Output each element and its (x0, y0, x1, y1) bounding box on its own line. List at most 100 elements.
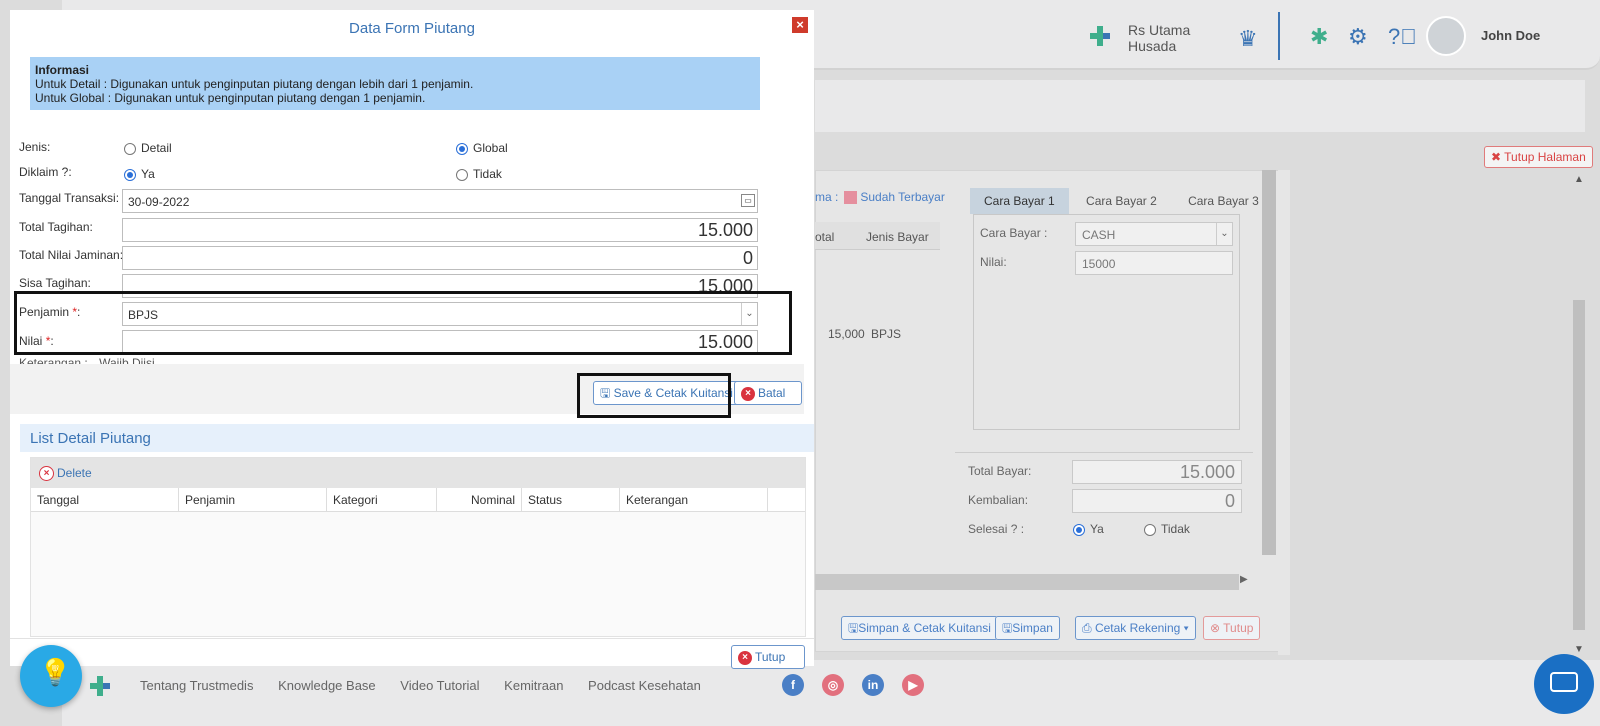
footer-link[interactable]: Podcast Kesehatan (588, 678, 701, 693)
divider (1278, 12, 1280, 60)
kembalian-input[interactable]: 0 (1072, 489, 1242, 513)
jenis-global-radio[interactable]: Global (456, 141, 508, 155)
close-circle-icon: ⊗ (1210, 621, 1224, 635)
cara-bayar-select[interactable]: CASH ⌄ (1075, 222, 1233, 246)
close-circle-icon: × (741, 386, 755, 401)
total-tagihan-input[interactable]: 15.000 (122, 218, 758, 242)
total-bayar-label: Total Bayar: (968, 464, 1032, 478)
tab-cara-bayar-2[interactable]: Cara Bayar 2 (1072, 188, 1171, 214)
selesai-ya-radio[interactable]: Ya (1073, 522, 1104, 536)
close-icon[interactable]: × (792, 17, 808, 33)
legend: ma : Sudah Terbayar (815, 190, 945, 205)
jenis-detail-radio[interactable]: Detail (124, 141, 172, 155)
info-title: Informasi (35, 63, 90, 77)
sisa-tagihan-label: Sisa Tagihan: (19, 276, 91, 290)
payment-tabs: Cara Bayar 1 Cara Bayar 2 Cara Bayar 3 (970, 188, 1273, 214)
tutup-button-bg[interactable]: ⊗ Tutup (1203, 616, 1261, 640)
puzzle-icon[interactable]: ✱ (1310, 24, 1328, 50)
lightbulb-icon: 💡 (39, 657, 72, 687)
delete-button[interactable]: × Delete (39, 466, 92, 482)
column-header[interactable]: Nominal (437, 488, 522, 511)
diklaim-label: Diklaim ?: (19, 165, 72, 179)
divider (955, 452, 1253, 453)
radio-checked-icon (456, 142, 468, 155)
save-icon: 🖫 (848, 621, 859, 635)
radio-unchecked-icon (1144, 523, 1156, 536)
detail-grid: × Delete Tanggal Penjamin Kategori Nomina… (30, 457, 806, 637)
radio-unchecked-icon (456, 168, 468, 181)
tutup-button[interactable]: × Tutup (731, 645, 805, 669)
tab-cara-bayar-1[interactable]: Cara Bayar 1 (970, 188, 1069, 214)
footer-link[interactable]: Video Tutorial (400, 678, 479, 693)
column-header[interactable]: Kategori (327, 488, 437, 511)
tanggal-label: Tanggal Transaksi: (19, 191, 120, 205)
close-page-button[interactable]: ✖ Tutup Halaman (1484, 146, 1593, 168)
close-circle-icon: × (738, 650, 752, 665)
close-circle-icon: × (39, 466, 54, 482)
cara-bayar-label: Cara Bayar : (980, 226, 1048, 240)
selesai-tidak-radio[interactable]: Tidak (1144, 522, 1190, 536)
simpan-button[interactable]: 🖫Simpan (995, 616, 1060, 640)
tips-button[interactable]: 💡 (20, 645, 82, 707)
chat-button[interactable] (1534, 654, 1594, 714)
save-icon: 🖫 (1002, 621, 1013, 635)
keterangan-note: Keterangan : Wajib Diisi (19, 356, 155, 364)
trustmedis-logo-icon (90, 676, 110, 696)
scroll-track (1278, 170, 1290, 655)
total-jaminan-label: Total Nilai Jaminan: (19, 248, 124, 262)
arrow-right-icon[interactable]: ▶ (1240, 574, 1248, 585)
scroll-thumb[interactable] (1573, 300, 1585, 630)
payment-box (973, 214, 1240, 430)
instagram-icon[interactable]: ◎ (822, 674, 844, 696)
batal-button[interactable]: × Batal (734, 381, 802, 405)
total-bayar-input[interactable]: 15.000 (1072, 460, 1242, 484)
calendar-icon[interactable]: ▭ (741, 194, 755, 207)
footer-link[interactable]: Tentang Trustmedis (140, 678, 253, 693)
column-header[interactable]: Tanggal (31, 488, 179, 511)
column-header[interactable]: Penjamin (179, 488, 327, 511)
divider (10, 638, 814, 639)
diklaim-ya-radio[interactable]: Ya (124, 167, 155, 181)
tanggal-input[interactable]: 30-09-2022 ▭ (122, 189, 758, 213)
grid-toolbar: × Delete (31, 458, 805, 488)
total-tagihan-label: Total Tagihan: (19, 220, 93, 234)
info-line: Untuk Global : Digunakan untuk penginput… (35, 91, 426, 105)
linkedin-icon[interactable]: in (862, 674, 884, 696)
nilai-input[interactable]: 15000 (1075, 251, 1233, 275)
diklaim-tidak-radio[interactable]: Tidak (456, 167, 502, 181)
section-title: List Detail Piutang (20, 424, 814, 452)
footer-link[interactable]: Knowledge Base (278, 678, 376, 693)
nilai-label: Nilai: (980, 255, 1007, 269)
crown-icon[interactable]: ♛ (1238, 26, 1258, 52)
sub-bar (815, 80, 1585, 132)
modal-title: Data Form Piutang (349, 20, 475, 37)
arrow-up-icon[interactable]: ▲ (1574, 174, 1584, 185)
gear-icon[interactable]: ⚙ (1348, 24, 1368, 50)
arrow-down-icon[interactable]: ▼ (1574, 644, 1584, 655)
hospital-name: Rs Utama Husada (1128, 22, 1191, 54)
cetak-rekening-button[interactable]: ⎙ Cetak Rekening ▾ (1075, 616, 1196, 640)
help-icon[interactable]: ?⃝ (1388, 24, 1417, 50)
radio-checked-icon (124, 168, 136, 181)
column-header[interactable]: Status (522, 488, 620, 511)
scrollbar[interactable] (1262, 170, 1276, 555)
info-line: Untuk Detail : Digunakan untuk penginput… (35, 77, 474, 91)
selesai-label: Selesai ? : (968, 522, 1025, 536)
footer-links: Tentang Trustmedis Knowledge Base Video … (140, 678, 722, 693)
column-header[interactable]: Keterangan (620, 488, 768, 511)
total-jaminan-input[interactable]: 0 (122, 246, 758, 270)
kembalian-label: Kembalian: (968, 493, 1029, 507)
piutang-modal: Data Form Piutang × Informasi Untuk Deta… (10, 10, 814, 669)
grid-header: Tanggal Penjamin Kategori Nominal Status… (31, 488, 805, 512)
scrollbar-horizontal[interactable] (815, 574, 1239, 590)
avatar[interactable] (1426, 16, 1466, 56)
bg-table-header: otal Jenis Bayar (815, 222, 940, 250)
youtube-icon[interactable]: ▶ (902, 674, 924, 696)
user-name[interactable]: John Doe (1481, 28, 1540, 43)
facebook-icon[interactable]: f (782, 674, 804, 696)
footer-link[interactable]: Kemitraan (504, 678, 563, 693)
simpan-cetak-button[interactable]: 🖫Simpan & Cetak Kuitansi (841, 616, 998, 640)
page-scrollbar[interactable]: ▲ ▼ (1570, 170, 1588, 660)
radio-unchecked-icon (124, 142, 136, 155)
tab-cara-bayar-3[interactable]: Cara Bayar 3 (1174, 188, 1273, 214)
